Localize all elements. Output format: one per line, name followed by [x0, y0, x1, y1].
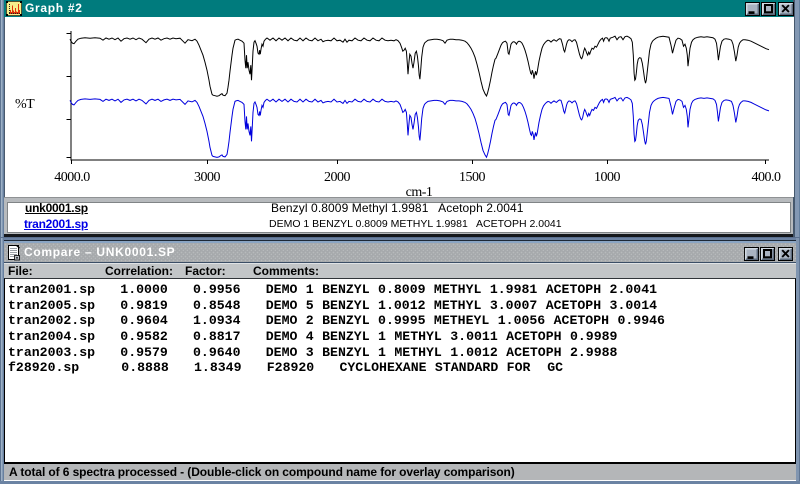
- svg-text:1500: 1500: [459, 170, 486, 185]
- svg-text:1000: 1000: [594, 170, 621, 185]
- svg-text:2000: 2000: [324, 170, 351, 185]
- svg-text:%T: %T: [15, 97, 35, 112]
- svg-text:4000.0: 4000.0: [54, 170, 90, 185]
- svg-text:400.0: 400.0: [752, 170, 782, 185]
- svg-text:3000: 3000: [194, 170, 221, 185]
